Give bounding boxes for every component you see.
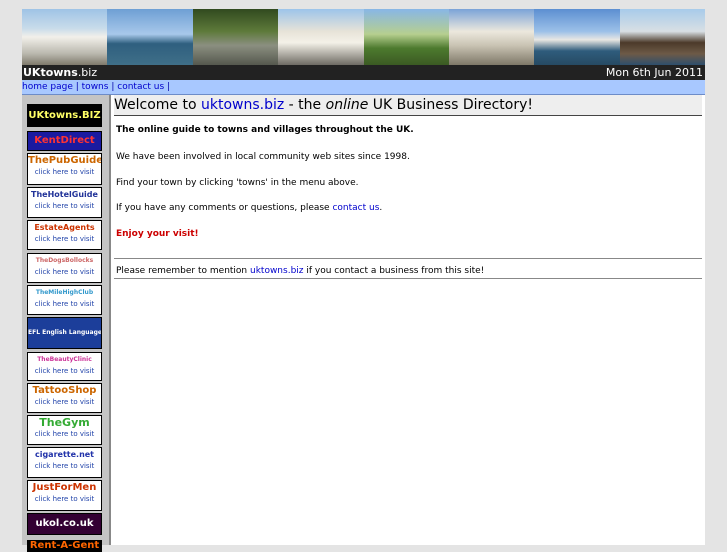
title-bar: UKtowns.biz Mon 6th Jun 2011 (22, 65, 705, 80)
ad-banner-kentdirect[interactable]: KentDirect (27, 131, 102, 151)
page: UKtowns.biz Mon 6th Jun 2011 home page |… (22, 9, 705, 552)
contact-us-link[interactable]: contact us (332, 203, 379, 213)
banner-photo (534, 9, 620, 65)
nav-towns-link[interactable]: towns (82, 82, 109, 92)
divider-line (114, 278, 702, 279)
remember-text: Please remember to mention uktowns.biz i… (116, 266, 485, 276)
column-divider (109, 95, 111, 545)
uktowns-link[interactable]: uktowns.biz (250, 266, 304, 276)
banner-photo (448, 9, 535, 65)
ad-banner-tattooshop[interactable]: TattooShop click here to visit (27, 383, 102, 413)
ad-banner-estateagents[interactable]: EstateAgents click here to visit (27, 220, 102, 250)
ad-banner-thedogsbollocks[interactable]: TheDogsBollocks click here to visit (27, 253, 102, 283)
banner-photo (22, 9, 108, 65)
site-name-link[interactable]: uktowns.biz (201, 97, 284, 113)
ad-banner-thebeautyclinic[interactable]: TheBeautyClinic click here to visit (27, 352, 102, 381)
intro-text: The online guide to towns and villages t… (116, 125, 414, 135)
ad-banner-themilehighclub[interactable]: TheMileHighClub click here to visit (27, 285, 102, 315)
ad-banner-justformen[interactable]: JustForMen click here to visit (27, 480, 102, 511)
ad-banner-efl-english-language[interactable]: EFL English Language (27, 317, 102, 349)
divider-line (114, 258, 702, 259)
banner-photo (107, 9, 193, 65)
nav-home-link[interactable]: home page (22, 82, 73, 92)
ad-banner-thegym[interactable]: TheGym click here to visit (27, 415, 102, 445)
banner-photo (363, 9, 449, 65)
involved-text: We have been involved in local community… (116, 152, 410, 162)
nav-menu: home page | towns | contact us | (22, 80, 705, 95)
header-banner (22, 9, 705, 65)
site-name: UKtowns.biz (23, 66, 98, 79)
banner-photo (192, 9, 279, 65)
ad-banner-ukol-co-uk[interactable]: ukol.co.uk (27, 513, 102, 535)
page-title: Welcome to uktowns.biz - the online UK B… (114, 95, 702, 116)
banner-photo (278, 9, 364, 65)
find-text: Find your town by clicking 'towns' in th… (116, 178, 359, 188)
ad-banner-uktowns-biz[interactable]: UKtowns.BIZ (27, 104, 102, 127)
ad-banner-cigarette-net[interactable]: cigarette.net click here to visit (27, 447, 102, 478)
banner-photo (619, 9, 705, 65)
ad-banner-thehotelguide[interactable]: TheHotelGuide click here to visit (27, 187, 102, 218)
ad-banner-thepubguide[interactable]: ThePubGuide click here to visit (27, 153, 102, 185)
ad-banner-rent-a-gent[interactable]: Rent-A-Gent (27, 540, 102, 552)
enjoy-text: Enjoy your visit! (116, 229, 199, 239)
questions-text: If you have any comments or questions, p… (116, 203, 383, 213)
sidebar-ads: UKtowns.BIZ KentDirect ThePubGuide click he… (22, 95, 109, 552)
current-date: Mon 6th Jun 2011 (605, 66, 703, 79)
nav-contact-link[interactable]: contact us (117, 82, 164, 92)
